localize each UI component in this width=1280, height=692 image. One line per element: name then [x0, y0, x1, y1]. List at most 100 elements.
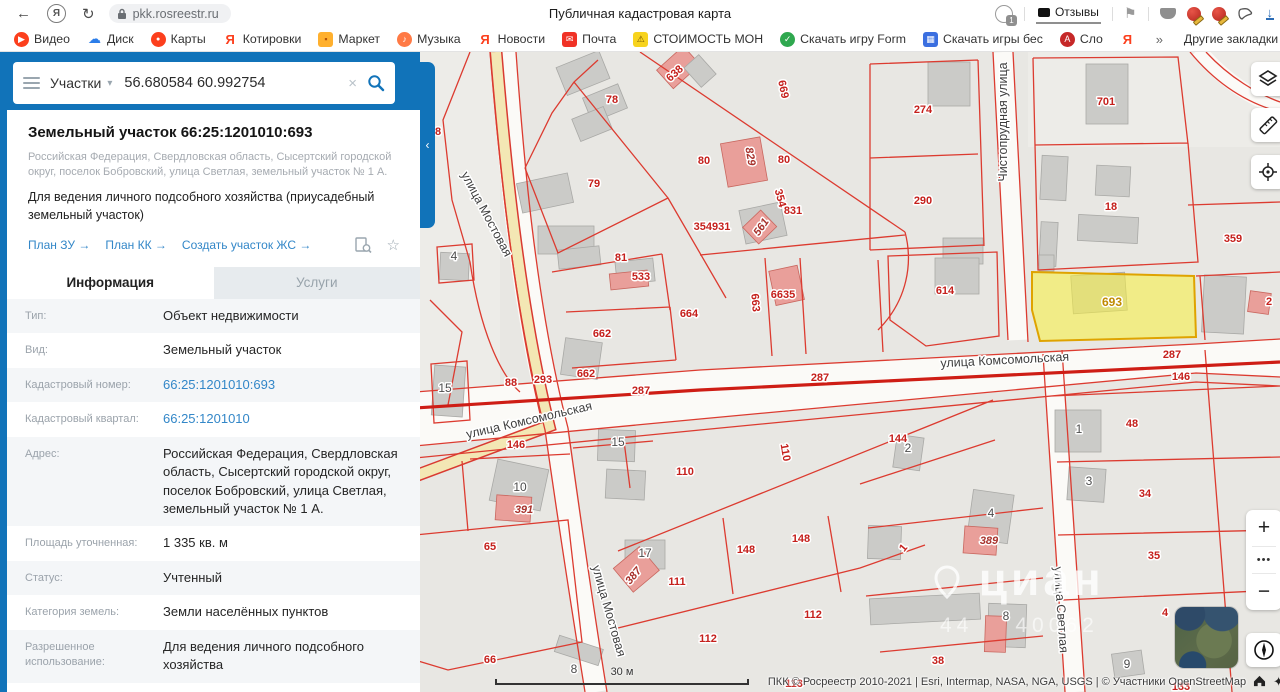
parcel-number-label: 18 [1105, 201, 1117, 213]
bookmark-item[interactable]: ▦Скачать игры бес [923, 32, 1043, 47]
parcel-number-label: 65 [484, 541, 496, 553]
bookmark-item[interactable]: ♪Музыка [397, 32, 461, 47]
parcel-number-label: 146 [1172, 371, 1190, 383]
chevron-down-icon: ▾ [107, 78, 112, 89]
target-icon[interactable]: ✦ [1273, 674, 1280, 690]
cadastral-map[interactable]: 8878638669274701290183597980829803548313… [420, 52, 1280, 692]
search-icon[interactable] [367, 74, 385, 92]
parcel-number-label: 287 [811, 372, 829, 384]
info-label: Разрешенное использование: [25, 638, 163, 675]
parcel-number-label: 38 [932, 655, 944, 667]
info-value: Земли населённых пунктов [163, 603, 420, 621]
parcel-number-label: 533 [632, 271, 650, 283]
info-table: Тип:Объект недвижимостиВид:Земельный уча… [7, 299, 420, 692]
other-bookmarks[interactable]: Другие закладки [1184, 32, 1280, 46]
bookmark-item[interactable]: ЯНовости [478, 32, 546, 47]
parcel-number-label: 48 [1126, 418, 1138, 430]
yandex-icon: Я [478, 32, 493, 47]
map-canvas: 8878638669274701290183597980829803548313… [420, 52, 1280, 692]
search-input[interactable] [122, 74, 338, 92]
ruler-icon [1258, 115, 1278, 135]
info-value[interactable]: 66:25:1201010:693 [163, 376, 420, 394]
bookmark-item[interactable]: Я [1120, 32, 1135, 47]
glove-icon[interactable] [1237, 6, 1255, 22]
parcel-number-label: 614 [936, 285, 955, 297]
parcel-number-label: 4 [988, 506, 995, 520]
info-label: Вид: [25, 341, 163, 359]
home-icon[interactable] [1253, 675, 1266, 690]
parcel-number-label: 831 [784, 205, 802, 217]
parcel-title: Земельный участок 66:25:1201010:693 [28, 124, 400, 141]
parcel-number-label: 2 [905, 441, 912, 455]
divider [1112, 7, 1113, 21]
measure-button[interactable] [1251, 108, 1280, 142]
speech-bubble-icon [1038, 8, 1050, 17]
parcel-number-label: 8 [1003, 609, 1010, 623]
panel-collapse-button[interactable]: ‹ [420, 62, 435, 228]
bookmark-label: Диск [107, 32, 134, 46]
bookmark-label: Видео [34, 32, 70, 46]
bookmark-label: Карты [171, 32, 206, 46]
yandex-browser-icon[interactable]: Я [47, 4, 66, 23]
bookmark-item[interactable]: ✉Почта [562, 32, 616, 47]
tab-information[interactable]: Информация [7, 267, 214, 299]
bookmark-item[interactable]: ✓Скачать игру Form [780, 32, 906, 47]
doc-search-icon[interactable] [355, 237, 372, 253]
bookmark-item[interactable]: ☁Диск [87, 32, 134, 47]
parcel-number-label: 10 [513, 480, 527, 494]
layers-button[interactable] [1251, 62, 1280, 96]
refresh-icon[interactable]: ↻ [82, 5, 95, 23]
profile-badge-icon[interactable]: 1 [995, 5, 1013, 23]
parcel-number-label: 287 [1163, 349, 1181, 361]
bookmark-item[interactable]: » [1152, 32, 1167, 47]
address-bar[interactable]: pkk.rosreestr.ru [109, 4, 231, 23]
bookmark-flag-icon[interactable]: ⚑ [1124, 5, 1137, 22]
download-icon[interactable]: ↓ [1266, 7, 1275, 20]
site-icon: ⚠ [633, 32, 648, 47]
compass-button[interactable] [1246, 633, 1280, 667]
bookmark-label: Скачать игры бес [943, 32, 1043, 46]
parcel-action-link[interactable]: План КК → [105, 238, 167, 252]
market-bag-icon: ▪ [318, 32, 333, 47]
divider [1148, 7, 1149, 21]
back-icon[interactable]: ← [16, 5, 31, 22]
bookmark-item[interactable]: AСло [1060, 32, 1103, 47]
extension-icon[interactable] [1187, 7, 1201, 21]
reviews-button[interactable]: Отзывы [1036, 3, 1101, 24]
bookmark-item[interactable]: ЯКотировки [223, 32, 302, 47]
parcel-number-label: 664 [680, 308, 699, 320]
map-attribution: ПКК © Росреестр 2010-2021 | Esri, Interm… [768, 674, 1280, 690]
yandex-icon: Я [223, 32, 238, 47]
bookmark-item[interactable]: ⚠СТОИМОСТЬ МОН [633, 32, 763, 47]
zoom-in-button[interactable]: + [1246, 510, 1280, 546]
bookmark-item[interactable]: ●Карты [151, 32, 206, 47]
extension-icon[interactable] [1212, 7, 1226, 21]
parcel-action-link[interactable]: Создать участок ЖС → [182, 238, 311, 252]
scale-bar: 30 м [495, 666, 749, 685]
menu-icon[interactable] [23, 77, 40, 89]
zoom-out-button[interactable]: − [1246, 574, 1280, 610]
yandex-icon: Я [1120, 32, 1135, 47]
locate-button[interactable] [1251, 155, 1280, 189]
parcel-action-link[interactable]: План ЗУ → [28, 238, 90, 252]
info-panel: Участки▾ × Земельный участок 66:25:12010… [0, 52, 420, 692]
parcel-number-label: 88 [505, 377, 517, 389]
basemap-thumbnail[interactable] [1175, 607, 1238, 668]
zoom-more-button[interactable]: ••• [1246, 547, 1280, 573]
bookmark-item[interactable]: ▪Маркет [318, 32, 380, 47]
info-row: Категория земель:Земли населённых пункто… [7, 595, 420, 629]
tab-services[interactable]: Услуги [214, 267, 421, 299]
download-game-icon: ✓ [780, 32, 795, 47]
bookmark-item[interactable]: ▶Видео [14, 32, 70, 47]
info-row: по документу:Для ведения личного подсобн… [7, 683, 420, 692]
favorite-star-icon[interactable]: ☆ [387, 236, 400, 254]
search-category-dropdown[interactable]: Участки▾ [50, 75, 112, 91]
search-bar: Участки▾ × [13, 62, 395, 104]
bookmark-label: Сло [1080, 32, 1103, 46]
collections-icon[interactable] [1160, 8, 1176, 19]
parcel-number-label: 1 [1076, 422, 1083, 436]
clear-search-icon[interactable]: × [348, 75, 357, 92]
info-value: 1 335 кв. м [163, 534, 420, 552]
info-value[interactable]: 66:25:1201010 [163, 410, 420, 428]
parcel-number-label: 110 [778, 443, 793, 463]
